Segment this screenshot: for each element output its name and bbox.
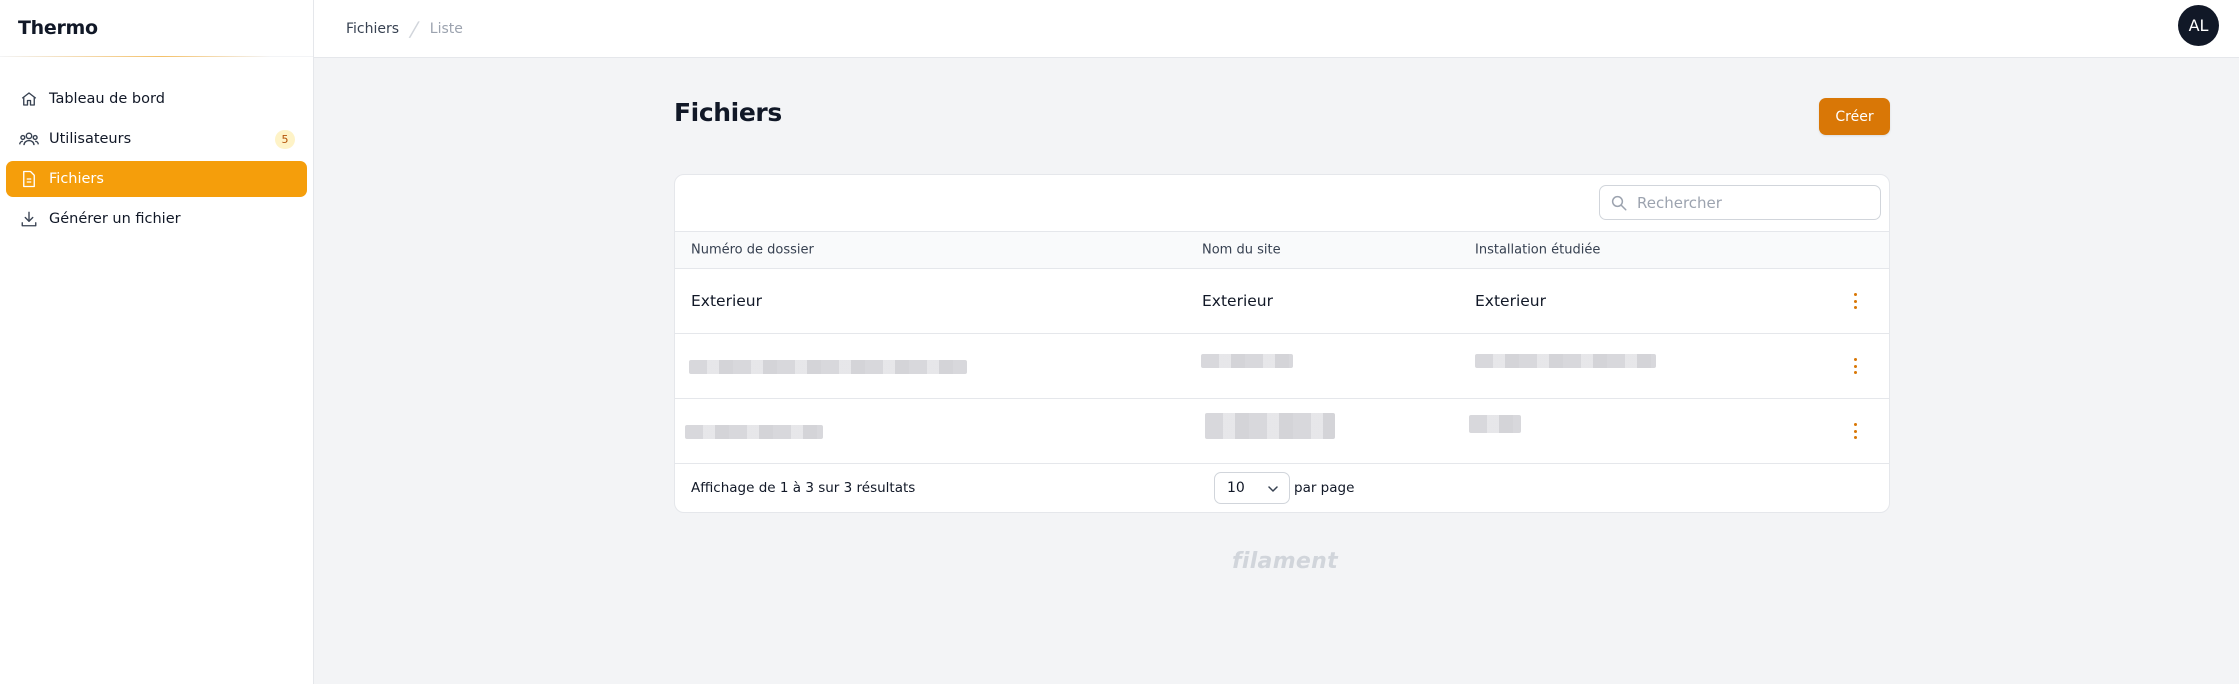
column-numero-de-dossier: Numéro de dossier bbox=[691, 242, 814, 258]
cell-numero: Exterieur bbox=[691, 292, 762, 310]
row-actions-icon[interactable] bbox=[1851, 291, 1859, 311]
table-toolbar bbox=[675, 175, 1889, 232]
redacted-site bbox=[1201, 354, 1293, 368]
cell-installation: Exterieur bbox=[1475, 292, 1546, 310]
sidebar-nav: Tableau de bord Utilisateurs 5 Fichiers … bbox=[0, 57, 313, 237]
column-installation-etudiee: Installation étudiée bbox=[1475, 242, 1601, 258]
users-icon bbox=[19, 129, 39, 149]
create-button[interactable]: Créer bbox=[1819, 98, 1890, 135]
search-input[interactable] bbox=[1637, 193, 1867, 212]
avatar[interactable]: AL bbox=[2178, 5, 2219, 46]
topbar: Fichiers / Liste AL bbox=[314, 0, 2239, 58]
users-count-badge: 5 bbox=[275, 130, 295, 149]
home-icon bbox=[19, 89, 39, 109]
table-row[interactable] bbox=[675, 334, 1889, 399]
search-field[interactable] bbox=[1599, 185, 1881, 220]
column-nom-du-site: Nom du site bbox=[1202, 242, 1281, 258]
table-footer: Affichage de 1 à 3 sur 3 résultats 10 pa… bbox=[675, 464, 1889, 512]
per-page-value: 10 bbox=[1227, 480, 1245, 496]
sidebar-item-label: Utilisateurs bbox=[49, 131, 132, 147]
pagination-summary: Affichage de 1 à 3 sur 3 résultats bbox=[691, 480, 916, 496]
download-icon bbox=[19, 209, 39, 229]
filament-logo: filament bbox=[1232, 549, 1338, 574]
breadcrumb-liste: Liste bbox=[429, 20, 463, 37]
redacted-installation bbox=[1475, 354, 1656, 368]
table-row[interactable]: Exterieur Exterieur Exterieur bbox=[675, 269, 1889, 334]
per-page-select[interactable]: 10 bbox=[1214, 472, 1290, 504]
chevron-down-icon bbox=[1267, 483, 1279, 495]
redacted-installation bbox=[1469, 415, 1521, 433]
row-actions-icon[interactable] bbox=[1851, 356, 1859, 376]
sidebar-item-fichiers[interactable]: Fichiers bbox=[6, 161, 307, 197]
redacted-site bbox=[1205, 413, 1335, 439]
per-page-label: par page bbox=[1294, 480, 1355, 496]
breadcrumb-fichiers[interactable]: Fichiers bbox=[346, 21, 399, 37]
sidebar-item-label: Tableau de bord bbox=[49, 91, 165, 107]
sidebar-item-utilisateurs[interactable]: Utilisateurs 5 bbox=[6, 121, 307, 157]
sidebar-item-label: Fichiers bbox=[49, 171, 104, 187]
document-icon bbox=[19, 169, 39, 189]
breadcrumb-separator: / bbox=[407, 16, 422, 41]
cell-site: Exterieur bbox=[1202, 292, 1273, 310]
table-row[interactable] bbox=[675, 399, 1889, 464]
redacted-numero bbox=[685, 425, 823, 439]
breadcrumb: Fichiers / Liste bbox=[346, 17, 463, 41]
files-table: Numéro de dossier Nom du site Installati… bbox=[674, 174, 1890, 513]
redacted-numero bbox=[689, 360, 967, 374]
brand-logo[interactable]: Thermo bbox=[0, 0, 313, 57]
search-icon bbox=[1610, 194, 1628, 212]
row-actions-icon[interactable] bbox=[1851, 421, 1859, 441]
sidebar: Thermo Tableau de bord Utilisateurs 5 Fi… bbox=[0, 0, 314, 684]
sidebar-item-generer-un-fichier[interactable]: Générer un fichier bbox=[6, 201, 307, 237]
sidebar-item-label: Générer un fichier bbox=[49, 211, 181, 227]
page-title: Fichiers bbox=[674, 98, 782, 127]
table-header: Numéro de dossier Nom du site Installati… bbox=[675, 232, 1889, 269]
sidebar-item-tableau-de-bord[interactable]: Tableau de bord bbox=[6, 81, 307, 117]
